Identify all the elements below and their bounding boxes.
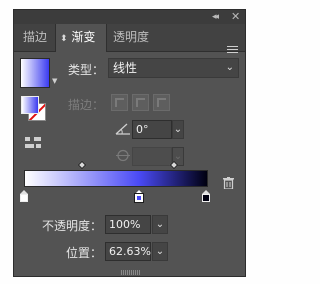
opacity-input[interactable]: 100%: [105, 215, 151, 234]
tab-gradient[interactable]: ⬍ 渐变: [56, 24, 106, 52]
stroke-label: 描边：: [68, 98, 105, 112]
type-select[interactable]: 线性 ⌄: [108, 58, 239, 78]
chevron-down-icon: ⌄: [225, 62, 234, 73]
panel-menu-icon[interactable]: [227, 46, 238, 55]
midpoint-diamond[interactable]: [77, 160, 87, 170]
type-label: 类型：: [68, 63, 105, 77]
location-dropdown-button[interactable]: ⌄: [152, 242, 168, 261]
location-label: 位置：: [66, 246, 103, 260]
reverse-gradient-icon[interactable]: [25, 136, 41, 150]
opacity-label: 不透明度：: [42, 219, 103, 233]
stroke-across-button[interactable]: [153, 94, 170, 111]
resize-grip[interactable]: [121, 270, 141, 275]
close-icon[interactable]: ✕: [231, 10, 240, 24]
fill-swatch[interactable]: [21, 96, 39, 114]
angle-input[interactable]: 0°: [132, 120, 172, 139]
tab-stroke[interactable]: 描边: [23, 24, 47, 51]
collapse-icon[interactable]: ◂◂: [212, 10, 219, 24]
gradient-stop-selected[interactable]: [134, 190, 144, 203]
delete-stop-icon[interactable]: [223, 177, 234, 189]
panel-tabs: 描边 ⬍ 渐变 透明度: [14, 24, 245, 55]
angle-icon: [115, 123, 130, 135]
aspect-ratio-icon: [116, 149, 130, 162]
swatch-dropdown-icon[interactable]: ▼: [52, 77, 57, 85]
gradient-stop-start[interactable]: [20, 190, 29, 202]
aspect-ratio-input[interactable]: [132, 147, 172, 166]
tab-divider: [106, 24, 107, 51]
gradient-panel: ◂◂ ✕ 描边 ⬍ 渐变 透明度 ▼ 类型： 线性 ⌄ 描边： 0° ⌄ ⌄ 不…: [13, 9, 246, 277]
stroke-within-button[interactable]: [111, 94, 128, 111]
stroke-along-button[interactable]: [132, 94, 149, 111]
gradient-swatch[interactable]: [20, 58, 50, 88]
gradient-slider[interactable]: [24, 170, 208, 187]
gradient-stop-end[interactable]: [202, 190, 211, 202]
tab-transparency[interactable]: 透明度: [113, 24, 149, 51]
angle-dropdown-button[interactable]: ⌄: [172, 120, 184, 139]
opacity-dropdown-button[interactable]: ⌄: [152, 215, 168, 234]
location-input[interactable]: 62.63%: [105, 242, 151, 261]
panel-titlebar: ◂◂ ✕: [14, 10, 245, 25]
tab-arrows-icon: ⬍: [60, 34, 68, 44]
